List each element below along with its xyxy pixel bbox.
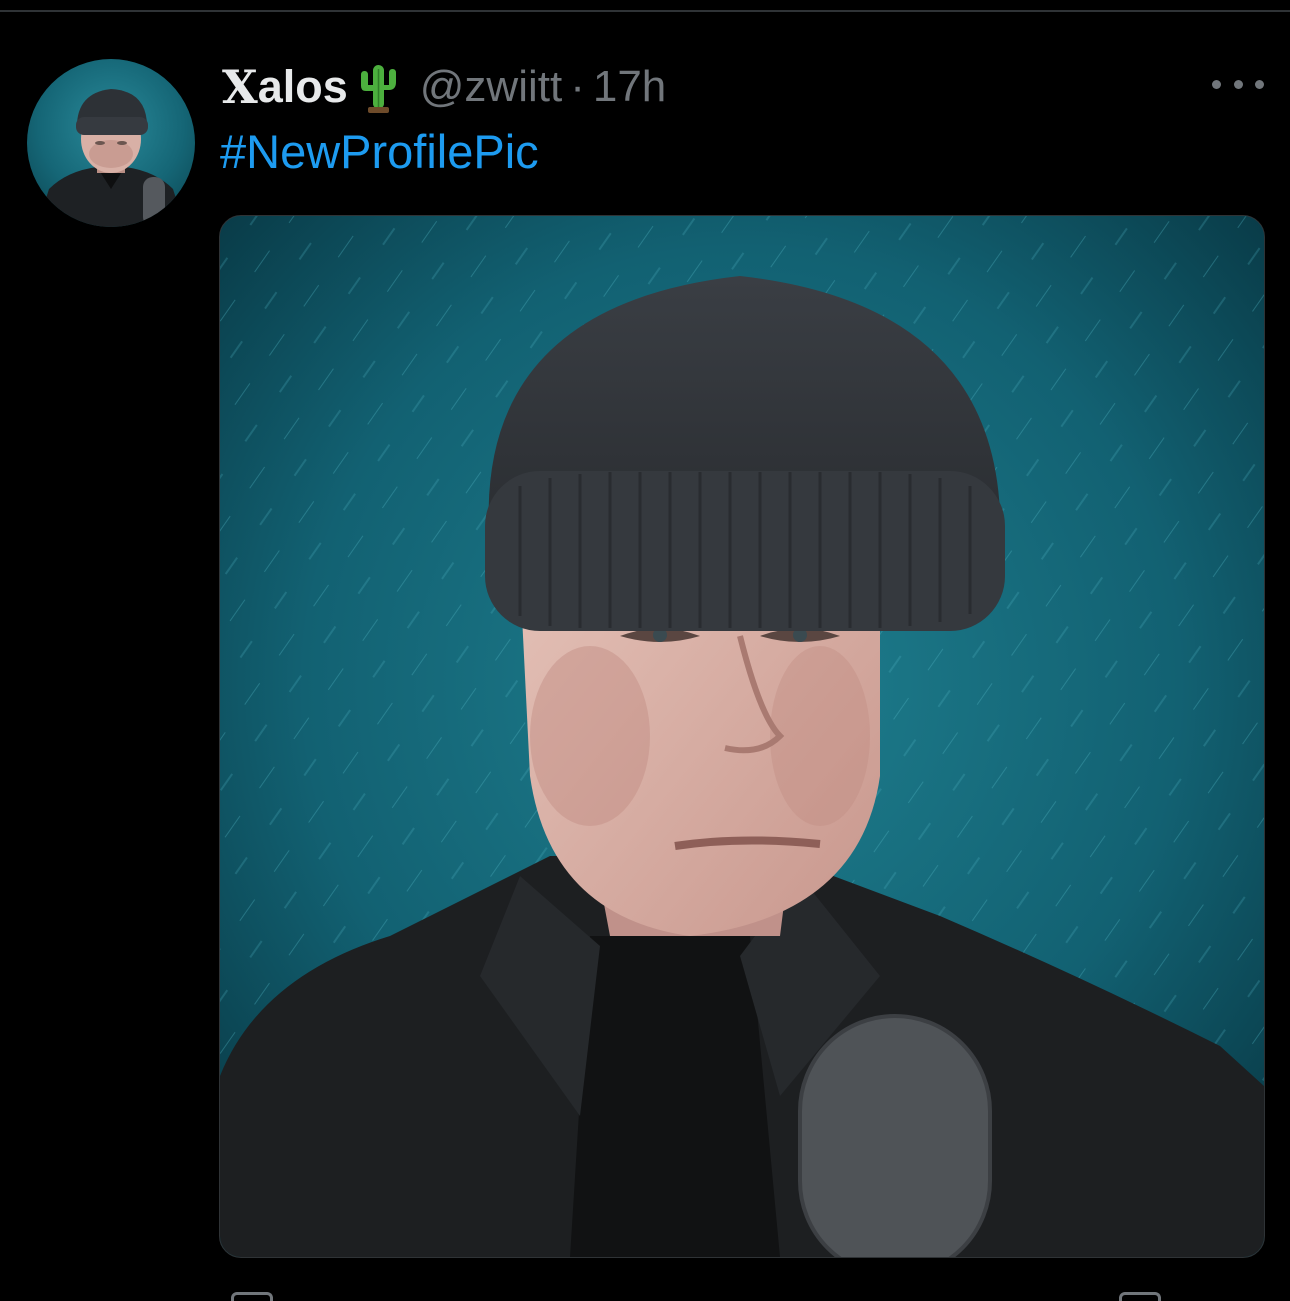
reply-icon[interactable] bbox=[231, 1292, 273, 1301]
more-options-button[interactable] bbox=[1212, 64, 1264, 104]
tweet-header: X alos @zwiitt · 17h bbox=[222, 52, 666, 122]
tweet[interactable]: X alos @zwiitt · 17h #NewProfilePic bbox=[0, 12, 1290, 1301]
tweet-media-image[interactable] bbox=[219, 215, 1265, 1258]
cactus-emoji-icon bbox=[356, 61, 400, 113]
user-handle[interactable]: @zwiitt bbox=[420, 62, 562, 112]
display-name[interactable]: alos bbox=[258, 61, 348, 113]
avatar[interactable] bbox=[27, 59, 195, 227]
avatar-image bbox=[37, 89, 185, 227]
profile-picture-image bbox=[220, 216, 1264, 1257]
separator-dot: · bbox=[570, 62, 585, 111]
action-bar bbox=[0, 1282, 1290, 1301]
more-dot bbox=[1255, 79, 1264, 89]
tweet-timestamp[interactable]: 17h bbox=[593, 62, 666, 112]
more-horizontal-icon bbox=[1212, 79, 1221, 89]
more-dot bbox=[1233, 79, 1243, 89]
share-icon[interactable] bbox=[1119, 1292, 1161, 1301]
x-logo-icon: X bbox=[222, 60, 258, 114]
hashtag-link[interactable]: #NewProfilePic bbox=[220, 124, 539, 179]
